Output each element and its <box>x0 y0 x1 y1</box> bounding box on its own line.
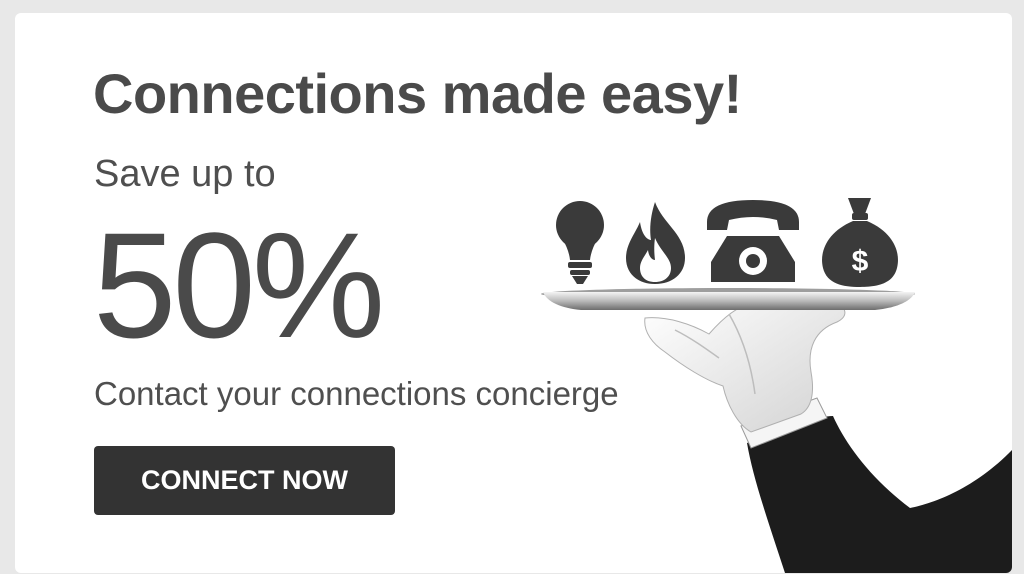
flame-icon <box>626 202 685 284</box>
promo-card: Connections made easy! Save up to 50% Co… <box>15 13 1012 573</box>
telephone-icon <box>707 200 799 282</box>
silver-tray <box>543 292 915 310</box>
headline: Connections made easy! <box>93 62 742 125</box>
connect-now-button[interactable]: CONNECT NOW <box>94 446 395 515</box>
butler-sleeve <box>747 416 1012 573</box>
dollar-sign: $ <box>852 245 869 278</box>
butler-tray-illustration: $ <box>541 198 1012 573</box>
money-bag-icon: $ <box>822 198 898 287</box>
discount-percentage: 50% <box>93 201 385 369</box>
save-up-to-text: Save up to <box>94 153 276 195</box>
lightbulb-icon <box>556 201 604 284</box>
